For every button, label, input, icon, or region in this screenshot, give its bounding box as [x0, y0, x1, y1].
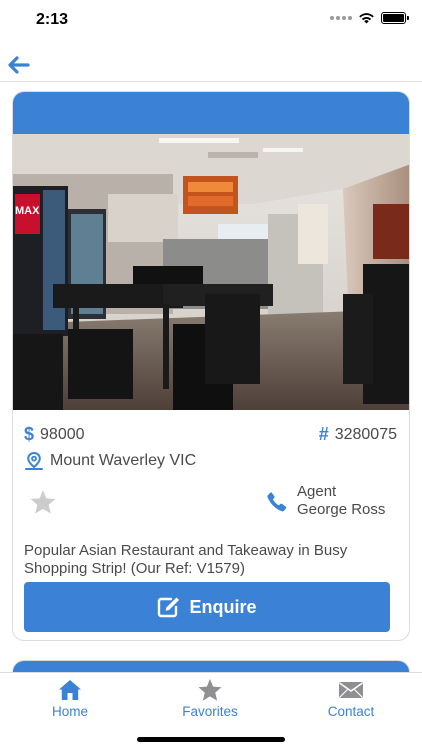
tab-contact[interactable]: Contact	[301, 679, 401, 719]
location-text: Mount Waverley VIC	[50, 452, 197, 469]
reference-row: # 3280075	[319, 424, 397, 445]
photo-sign-text: MAX	[15, 205, 40, 217]
agent-contact[interactable]: Agent George Ross	[265, 483, 385, 519]
tab-home[interactable]: Home	[20, 679, 120, 719]
tab-contact-label: Contact	[327, 704, 375, 719]
home-indicator[interactable]	[137, 737, 285, 742]
restaurant-photo-image: MAX	[13, 134, 409, 410]
envelope-icon	[339, 682, 363, 698]
agent-name: George Ross	[297, 501, 386, 518]
battery-icon	[381, 12, 409, 24]
price-row: $ 98000	[24, 424, 85, 445]
status-time: 2:13	[36, 11, 69, 28]
home-icon	[59, 680, 81, 700]
status-icons	[330, 12, 409, 24]
edit-icon	[158, 597, 180, 618]
navigation-bar	[0, 44, 422, 82]
dollar-icon: $	[24, 424, 35, 444]
tab-home-label: Home	[51, 704, 88, 719]
agent-info: Agent George Ross	[297, 483, 385, 519]
back-arrow-icon	[8, 56, 30, 74]
star-icon	[30, 490, 56, 514]
listing-description: Popular Asian Restaurant and Takeaway in…	[24, 542, 348, 577]
tab-favorites[interactable]: Favorites	[160, 679, 260, 719]
favorite-button[interactable]	[29, 489, 57, 520]
reference-number: 3280075	[334, 425, 397, 443]
listing-card: MAX $ 98000 # 3280075 Mount Waverley VIC	[12, 91, 410, 641]
back-button[interactable]	[6, 54, 32, 76]
enquire-button[interactable]: Enquire	[24, 582, 390, 632]
star-icon	[198, 679, 222, 701]
wifi-icon	[359, 13, 374, 24]
hash-icon: #	[318, 424, 329, 444]
cellular-signal-icon	[330, 16, 352, 20]
map-pin-icon	[25, 451, 43, 470]
tab-favorites-label: Favorites	[182, 704, 238, 719]
enquire-label: Enquire	[189, 596, 257, 617]
agent-label: Agent	[297, 483, 337, 500]
listing-photo[interactable]: MAX	[13, 134, 409, 410]
status-bar: 2:13	[0, 0, 422, 44]
card-header	[13, 92, 409, 134]
location-row: Mount Waverley VIC	[24, 451, 196, 471]
phone-icon	[267, 492, 287, 512]
price-value: 98000	[40, 425, 85, 443]
